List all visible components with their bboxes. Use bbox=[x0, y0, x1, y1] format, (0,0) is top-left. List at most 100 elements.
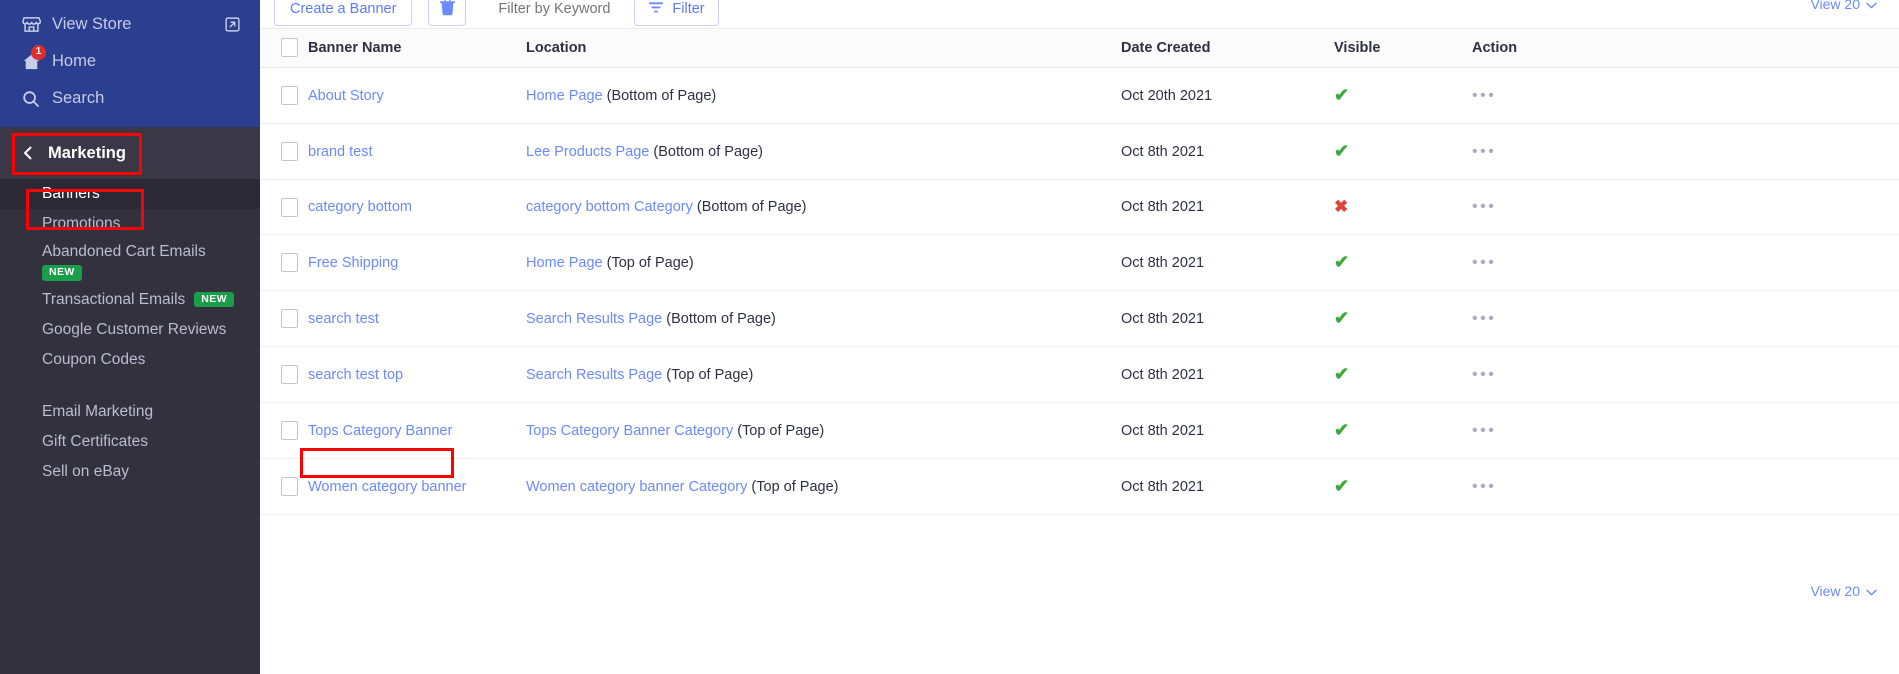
row-checkbox[interactable] bbox=[281, 86, 298, 105]
action-cell: ••• bbox=[1472, 346, 1899, 403]
check-icon: ✔ bbox=[1334, 476, 1350, 496]
sidebar-item-google-customer-reviews[interactable]: Google Customer Reviews bbox=[0, 315, 260, 345]
column-header-banner-name[interactable]: Banner Name bbox=[308, 29, 526, 68]
table-row: brand test Lee Products Page (Bottom of P… bbox=[260, 123, 1899, 180]
row-actions-menu-button[interactable]: ••• bbox=[1472, 143, 1496, 160]
sidebar-item-label: Gift Certificates bbox=[42, 432, 148, 450]
home-icon: 1 bbox=[22, 44, 48, 71]
action-cell: ••• bbox=[1472, 67, 1899, 124]
table-row: category bottom category bottom Category … bbox=[260, 179, 1899, 235]
location-cell: Home Page (Bottom of Page) bbox=[526, 67, 1121, 124]
banner-name-cell: category bottom bbox=[308, 179, 526, 235]
sidebar-item-transactional-emails[interactable]: Transactional Emails NEW bbox=[0, 285, 260, 315]
chevron-down-icon bbox=[1866, 583, 1877, 599]
action-cell: ••• bbox=[1472, 402, 1899, 459]
column-header-visible[interactable]: Visible bbox=[1334, 29, 1472, 68]
banner-name-link[interactable]: search test bbox=[308, 311, 379, 327]
row-select-cell bbox=[260, 346, 308, 403]
date-created-cell: Oct 8th 2021 bbox=[1121, 234, 1334, 291]
sidebar-item-promotions[interactable]: Promotions bbox=[0, 209, 260, 239]
location-position: (Bottom of Page) bbox=[653, 143, 763, 160]
banner-name-link[interactable]: Free Shipping bbox=[308, 255, 398, 271]
banner-name-link[interactable]: Tops Category Banner bbox=[308, 423, 452, 439]
sidebar-item-gift-certificates[interactable]: Gift Certificates bbox=[0, 427, 260, 457]
location-position: (Top of Page) bbox=[751, 478, 839, 495]
banner-name-link[interactable]: search test top bbox=[308, 367, 403, 383]
visible-cell: ✔ bbox=[1334, 67, 1472, 124]
chevron-down-icon bbox=[1866, 0, 1877, 12]
action-cell: ••• bbox=[1472, 290, 1899, 347]
banner-name-link[interactable]: brand test bbox=[308, 144, 373, 160]
external-link-icon bbox=[225, 17, 240, 32]
sidebar-item-search[interactable]: Search bbox=[0, 80, 260, 117]
column-header-action: Action bbox=[1472, 29, 1899, 68]
table-row: Tops Category Banner Tops Category Banner… bbox=[260, 402, 1899, 459]
location-link[interactable]: Search Results Page bbox=[526, 367, 662, 383]
row-checkbox[interactable] bbox=[281, 197, 298, 217]
row-select-cell bbox=[260, 402, 308, 459]
row-actions-menu-button[interactable]: ••• bbox=[1472, 366, 1496, 383]
table-spacer-row bbox=[260, 514, 1899, 567]
row-checkbox[interactable] bbox=[281, 253, 298, 272]
location-link[interactable]: Home Page bbox=[526, 88, 603, 104]
location-link[interactable]: Women category banner Category bbox=[526, 479, 747, 495]
row-checkbox[interactable] bbox=[281, 421, 298, 440]
banners-table-container: Banner Name Location Date Created Visibl… bbox=[260, 29, 1899, 599]
row-actions-menu-button[interactable]: ••• bbox=[1472, 254, 1496, 271]
row-actions-menu-button[interactable]: ••• bbox=[1472, 87, 1496, 104]
row-checkbox[interactable] bbox=[281, 142, 298, 161]
view-count-label: View 20 bbox=[1810, 0, 1860, 12]
location-cell: Home Page (Top of Page) bbox=[526, 234, 1121, 291]
create-banner-button[interactable]: Create a Banner bbox=[274, 0, 413, 26]
action-cell: ••• bbox=[1472, 179, 1899, 235]
sidebar-item-coupon-codes[interactable]: Coupon Codes bbox=[0, 345, 260, 375]
sidebar-item-label: Home bbox=[52, 52, 97, 70]
select-all-checkbox[interactable] bbox=[281, 38, 298, 57]
view-count-selector-top[interactable]: View 20 bbox=[1810, 0, 1877, 12]
banner-name-link[interactable]: category bottom bbox=[308, 199, 412, 215]
sidebar-item-sell-on-ebay[interactable]: Sell on eBay bbox=[0, 457, 260, 487]
sidebar-item-email-marketing[interactable]: Email Marketing bbox=[0, 397, 260, 427]
banner-name-link[interactable]: About Story bbox=[308, 88, 384, 104]
check-icon: ✔ bbox=[1334, 85, 1350, 105]
check-icon: ✔ bbox=[1334, 420, 1350, 440]
sidebar-item-home[interactable]: 1 Home bbox=[0, 43, 260, 80]
visible-cell: ✖ bbox=[1334, 179, 1472, 235]
sidebar-section-marketing[interactable]: Marketing bbox=[0, 127, 260, 179]
location-link[interactable]: Tops Category Banner Category bbox=[526, 423, 733, 439]
view-count-selector-bottom[interactable]: View 20 bbox=[260, 567, 1899, 599]
location-link[interactable]: Home Page bbox=[526, 255, 603, 271]
banner-name-cell: About Story bbox=[308, 67, 526, 124]
delete-button[interactable] bbox=[428, 0, 467, 26]
select-all-header bbox=[260, 29, 308, 68]
banner-name-link[interactable]: Women category banner bbox=[308, 479, 467, 495]
table-row: search test top Search Results Page (Top … bbox=[260, 346, 1899, 403]
column-header-location[interactable]: Location bbox=[526, 29, 1121, 68]
row-actions-menu-button[interactable]: ••• bbox=[1472, 198, 1496, 215]
action-cell: ••• bbox=[1472, 458, 1899, 515]
location-link[interactable]: category bottom Category bbox=[526, 199, 693, 215]
date-created-cell: Oct 8th 2021 bbox=[1121, 123, 1334, 180]
row-checkbox[interactable] bbox=[281, 477, 298, 496]
row-checkbox[interactable] bbox=[281, 365, 298, 384]
filter-button[interactable]: Filter bbox=[634, 0, 719, 26]
date-created-cell: Oct 8th 2021 bbox=[1121, 179, 1334, 235]
row-actions-menu-button[interactable]: ••• bbox=[1472, 310, 1496, 327]
filter-keyword-input[interactable] bbox=[498, 0, 619, 26]
row-actions-menu-button[interactable]: ••• bbox=[1472, 422, 1496, 439]
sidebar-item-abandoned-cart-emails[interactable]: Abandoned Cart Emails NEW bbox=[0, 239, 260, 285]
new-badge: NEW bbox=[194, 291, 234, 308]
sidebar-item-banners[interactable]: Banners bbox=[0, 179, 260, 209]
sidebar-item-view-store[interactable]: View Store bbox=[0, 6, 260, 43]
row-actions-menu-button[interactable]: ••• bbox=[1472, 478, 1496, 495]
page-background-filler bbox=[260, 598, 1899, 674]
table-row: Free Shipping Home Page (Top of Page) Oct … bbox=[260, 234, 1899, 291]
table-row: About Story Home Page (Bottom of Page) Oct… bbox=[260, 67, 1899, 124]
location-link[interactable]: Lee Products Page bbox=[526, 144, 649, 160]
app-root: View Store 1 Home Search Marketing Banne… bbox=[0, 0, 1899, 674]
column-header-date-created[interactable]: Date Created bbox=[1121, 29, 1334, 68]
location-link[interactable]: Search Results Page bbox=[526, 311, 662, 327]
row-checkbox[interactable] bbox=[281, 309, 298, 328]
sidebar-item-label: Banners bbox=[42, 185, 100, 202]
trash-icon bbox=[439, 0, 455, 19]
